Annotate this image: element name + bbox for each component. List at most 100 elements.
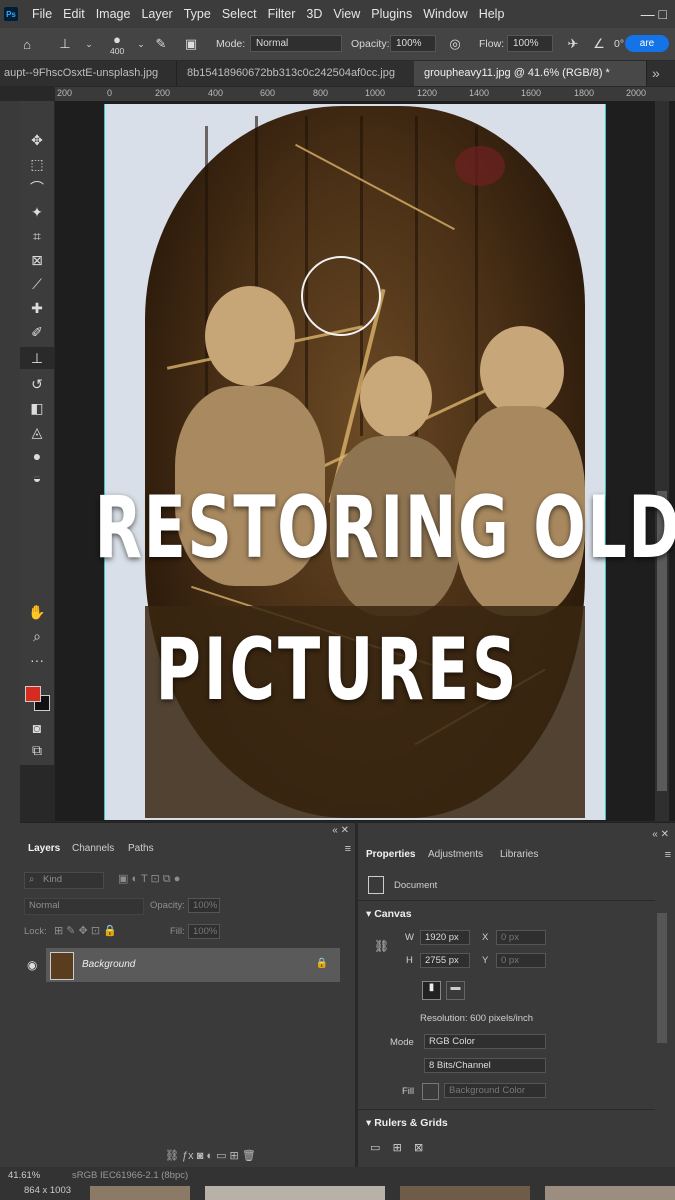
opacity-field[interactable]: 100% <box>390 35 436 52</box>
layer-row-background[interactable]: Background 🔒 <box>46 948 340 982</box>
home-icon[interactable]: ⌂ <box>18 35 36 53</box>
menu-filter[interactable]: Filter <box>268 7 296 21</box>
tabs-overflow-icon[interactable]: » <box>652 61 674 86</box>
share-button[interactable]: are <box>625 35 669 52</box>
foreground-color-swatch[interactable] <box>25 686 41 702</box>
tab-properties[interactable]: Properties <box>366 849 415 860</box>
x-field[interactable]: 0 px <box>496 930 546 945</box>
tools-panel: ✥ ⬚ ⌒ ✦ ⌗ ⊠ ⟋ ✚ ✐ ⊥ ↺ ◧ ◬ ● ◒ ✋ ⌕ ··· ◙ … <box>20 101 54 765</box>
ruler-label: 0 <box>107 88 113 98</box>
document-tabs: aupt--9FhscOsxtE-unsplash.jpg 8b15418960… <box>0 61 675 86</box>
fill-select[interactable]: Background Color <box>444 1083 546 1098</box>
width-field[interactable]: 1920 px <box>420 930 470 945</box>
x-label: X <box>482 932 489 943</box>
menu-layer[interactable]: Layer <box>141 7 172 21</box>
menu-view[interactable]: View <box>333 7 360 21</box>
zoom-level[interactable]: 41.61% <box>8 1170 40 1181</box>
tab-paths[interactable]: Paths <box>128 843 154 854</box>
tab-groupheavy[interactable]: groupheavy11.jpg @ 41.6% (RGB/8) * <box>414 61 647 86</box>
fill-swatch[interactable] <box>422 1083 439 1100</box>
properties-scrollbar[interactable] <box>657 913 667 1043</box>
tab-unsplash[interactable]: aupt--9FhscOsxtE-unsplash.jpg <box>0 61 177 86</box>
menu-file[interactable]: File <box>32 7 52 21</box>
rulers-grid-icons[interactable]: ▭ ⊞ ⊠ <box>370 1141 423 1154</box>
menu-edit[interactable]: Edit <box>63 7 85 21</box>
blend-mode-select[interactable]: Normal <box>24 898 144 915</box>
quick-mask-icon[interactable]: ◙ <box>20 717 54 739</box>
more-tools-icon[interactable]: ··· <box>20 649 54 671</box>
history-brush-tool-icon[interactable]: ↺ <box>20 373 54 395</box>
eyedropper-tool-icon[interactable]: ⟋ <box>20 273 54 295</box>
clone-stamp-icon[interactable]: ⊥ <box>56 35 74 53</box>
rulers-grids-section-title[interactable]: ▾ Rulers & Grids <box>366 1117 448 1129</box>
chevron-down-icon[interactable]: ⌄ <box>80 35 98 53</box>
menu-3d[interactable]: 3D <box>306 7 322 21</box>
marquee-tool-icon[interactable]: ⬚ <box>20 153 54 175</box>
child-left-face <box>205 286 295 386</box>
menu-type[interactable]: Type <box>184 7 211 21</box>
healing-brush-tool-icon[interactable]: ✚ <box>20 297 54 319</box>
brush-settings-icon[interactable]: ✎ <box>152 35 170 53</box>
panel-menu-icon[interactable]: ≡ <box>665 849 671 861</box>
layer-opacity-field[interactable]: 100% <box>188 898 220 913</box>
tab-layers[interactable]: Layers <box>28 843 60 854</box>
panel-collapse-icon[interactable]: « ✕ <box>652 829 669 840</box>
move-tool-icon[interactable]: ✥ <box>20 129 54 151</box>
landscape-orientation-icon[interactable]: ▬ <box>446 981 465 1000</box>
clone-source-icon[interactable]: ▣ <box>182 35 200 53</box>
canvas-section-title[interactable]: ▾ Canvas <box>366 908 412 920</box>
flow-field[interactable]: 100% <box>507 35 553 52</box>
chevron-down-icon[interactable]: ⌄ <box>132 35 150 53</box>
fill-field[interactable]: 100% <box>188 924 220 939</box>
panel-collapse-icon[interactable]: « ✕ <box>332 825 349 836</box>
zoom-tool-icon[interactable]: ⌕ <box>20 625 54 647</box>
mode-select[interactable]: Normal <box>250 35 342 52</box>
screen-mode-icon[interactable]: ⧉ <box>20 739 54 761</box>
link-icon[interactable]: ⛓ <box>374 939 389 953</box>
lasso-tool-icon[interactable]: ⌒ <box>20 177 54 199</box>
tab-8b154[interactable]: 8b15418960672bb313c0c242504af0cc.jpg <box>177 61 418 86</box>
lock-icons[interactable]: ⊞ ✎ ✥ ⊡ 🔒 <box>54 924 117 937</box>
menu-window[interactable]: Window <box>423 7 467 21</box>
paint-bucket-tool-icon[interactable]: ◬ <box>20 421 54 443</box>
layer-filter-icons[interactable]: ▣ ◐ T ⊡ ⧉ ● <box>118 872 180 886</box>
brush-cursor <box>301 256 381 336</box>
blur-tool-icon[interactable]: ● <box>20 445 54 467</box>
color-mode-select[interactable]: RGB Color <box>424 1034 546 1049</box>
photoshop-logo-icon: Ps <box>4 7 18 21</box>
tab-channels[interactable]: Channels <box>72 843 114 854</box>
width-label: W <box>405 932 414 943</box>
window-controls[interactable]: — □ <box>641 6 667 22</box>
height-field[interactable]: 2755 px <box>420 953 470 968</box>
panel-menu-icon[interactable]: ≡ <box>345 843 351 855</box>
brush-tool-icon[interactable]: ✐ <box>20 321 54 343</box>
layer-lock-icon[interactable]: 🔒 <box>316 958 328 969</box>
layer-footer-icons[interactable]: ⛓ ƒx ◙ ◐ ▭ ⊞ 🗑 <box>165 1149 256 1162</box>
layer-filter-select[interactable]: ⌕ Kind <box>24 872 104 889</box>
thumbnail-strip-image <box>400 1186 530 1200</box>
menu-select[interactable]: Select <box>222 7 257 21</box>
crop-tool-icon[interactable]: ⌗ <box>20 225 54 247</box>
menu-plugins[interactable]: Plugins <box>371 7 412 21</box>
y-field[interactable]: 0 px <box>496 953 546 968</box>
dodge-tool-icon[interactable]: ◒ <box>20 467 54 489</box>
eraser-tool-icon[interactable]: ◧ <box>20 397 54 419</box>
opacity-label: Opacity: <box>351 38 390 50</box>
tab-adjustments[interactable]: Adjustments <box>428 849 483 860</box>
layer-visibility-eye-icon[interactable]: ◉ <box>27 958 37 972</box>
tab-libraries[interactable]: Libraries <box>500 849 538 860</box>
magic-wand-tool-icon[interactable]: ✦ <box>20 201 54 223</box>
pressure-opacity-icon[interactable]: ◎ <box>446 35 464 53</box>
portrait-orientation-icon[interactable]: ▮ <box>422 981 441 1000</box>
ruler-label: 200 <box>57 88 73 98</box>
bit-depth-select[interactable]: 8 Bits/Channel <box>424 1058 546 1073</box>
vertical-scrollbar[interactable] <box>655 101 669 821</box>
photo-crack <box>295 143 455 231</box>
angle-icon[interactable]: ∠ <box>590 35 608 53</box>
clone-stamp-tool-icon[interactable]: ⊥ <box>20 347 54 369</box>
menu-help[interactable]: Help <box>479 7 505 21</box>
hand-tool-icon[interactable]: ✋ <box>20 601 54 623</box>
airbrush-icon[interactable]: ✈ <box>564 35 582 53</box>
frame-tool-icon[interactable]: ⊠ <box>20 249 54 271</box>
menu-image[interactable]: Image <box>96 7 131 21</box>
